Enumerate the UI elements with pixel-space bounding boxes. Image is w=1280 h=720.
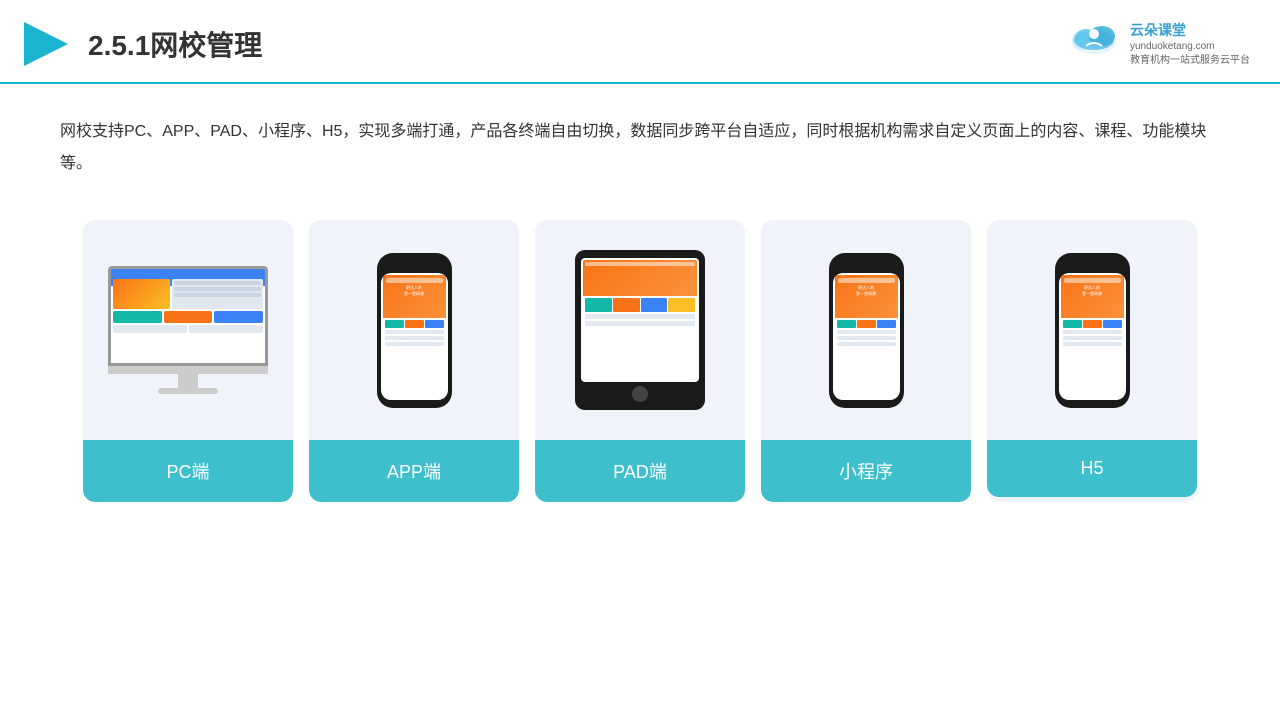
tablet-mockup bbox=[575, 250, 705, 410]
card-pc: PC端 bbox=[83, 220, 293, 502]
card-miniprogram-image: 职达人的第一堂网课 bbox=[761, 220, 971, 440]
phone-mockup-mini: 职达人的第一堂网课 bbox=[829, 253, 904, 408]
phone-notch-mini bbox=[854, 261, 878, 267]
card-pad-image bbox=[535, 220, 745, 440]
tablet-home-button bbox=[632, 386, 648, 402]
logo-brand-name: 云朵课堂 bbox=[1130, 20, 1250, 40]
phone-screen-app: 职达人的第一堂网课 bbox=[381, 273, 448, 400]
card-pad-label: PAD端 bbox=[535, 440, 745, 502]
logo-tagline-text: 教育机构一站式服务云平台 bbox=[1130, 55, 1250, 66]
card-pc-label: PC端 bbox=[83, 440, 293, 502]
cloud-logo-icon bbox=[1066, 20, 1122, 60]
monitor-base bbox=[158, 388, 218, 394]
monitor-mockup bbox=[103, 266, 273, 394]
phone-mockup-h5: 职达人的第一堂网课 bbox=[1055, 253, 1130, 408]
header: 2.5.1网校管理 云朵课堂 yunduoketang.com 教育机构一站式服… bbox=[0, 0, 1280, 84]
tablet-screen bbox=[581, 258, 699, 382]
phone-screen-h5: 职达人的第一堂网课 bbox=[1059, 273, 1126, 400]
page-title: 2.5.1网校管理 bbox=[88, 24, 262, 64]
play-icon bbox=[20, 18, 72, 70]
card-app-label: APP端 bbox=[309, 440, 519, 502]
card-pc-image bbox=[83, 220, 293, 440]
logo-area: 云朵课堂 yunduoketang.com 教育机构一站式服务云平台 bbox=[1066, 20, 1250, 68]
phone-mockup-app: 职达人的第一堂网课 bbox=[377, 253, 452, 408]
card-h5: 职达人的第一堂网课 bbox=[987, 220, 1197, 502]
card-miniprogram: 职达人的第一堂网课 bbox=[761, 220, 971, 502]
card-h5-image: 职达人的第一堂网课 bbox=[987, 220, 1197, 440]
card-app: 职达人的第一堂网课 bbox=[309, 220, 519, 502]
card-pad: PAD端 bbox=[535, 220, 745, 502]
card-miniprogram-label: 小程序 bbox=[761, 440, 971, 502]
logo-text-area: 云朵课堂 yunduoketang.com 教育机构一站式服务云平台 bbox=[1130, 20, 1250, 68]
phone-notch-h5 bbox=[1080, 261, 1104, 267]
card-app-image: 职达人的第一堂网课 bbox=[309, 220, 519, 440]
card-h5-label: H5 bbox=[987, 440, 1197, 497]
logo-tagline: yunduoketang.com 教育机构一站式服务云平台 bbox=[1130, 40, 1250, 68]
phone-notch bbox=[402, 261, 426, 267]
monitor-screen bbox=[108, 266, 268, 366]
monitor-neck bbox=[178, 374, 198, 388]
phone-screen-mini: 职达人的第一堂网课 bbox=[833, 273, 900, 400]
description-text: 网校支持PC、APP、PAD、小程序、H5，实现多端打通，产品各终端自由切换，数… bbox=[0, 84, 1280, 200]
header-left: 2.5.1网校管理 bbox=[20, 18, 262, 70]
cards-container: PC端 职达人的第一堂网课 bbox=[0, 200, 1280, 532]
monitor-bar bbox=[108, 366, 268, 374]
